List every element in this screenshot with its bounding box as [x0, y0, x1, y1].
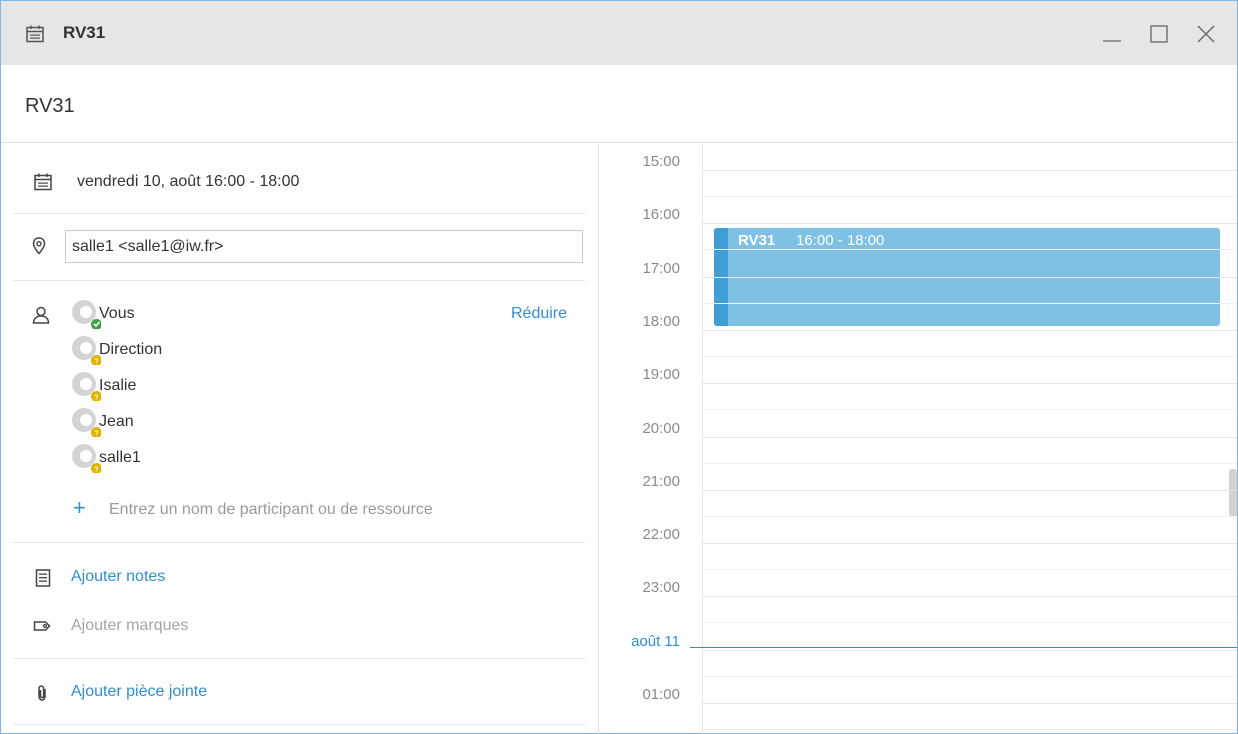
divider [13, 213, 585, 214]
half-hour-gridline [703, 302, 1237, 304]
avatar: ? [71, 443, 101, 473]
hour-label: 21:00 [642, 472, 680, 490]
user-icon [31, 305, 51, 325]
window-title: RV31 [63, 23, 106, 42]
divider [13, 280, 585, 281]
participant-item[interactable]: ? Jean [71, 407, 271, 437]
plus-icon: + [73, 495, 86, 520]
half-hour-gridline [703, 462, 1237, 464]
avatar: ? [71, 335, 101, 365]
half-hour-gridline [703, 515, 1237, 517]
minimize-button[interactable] [1099, 21, 1125, 47]
half-hour-gridline [703, 729, 1237, 730]
divider [13, 658, 585, 659]
hour-gridline [703, 436, 1237, 438]
hour-label: 20:00 [642, 419, 680, 437]
hour-label: 18:00 [642, 312, 680, 330]
hour-gridline [703, 383, 1237, 385]
hour-label: août 11 [631, 632, 680, 650]
calendar-icon [33, 172, 53, 192]
add-notes-link[interactable]: Ajouter notes [71, 568, 165, 586]
title-bar: RV31 [1, 1, 1237, 65]
calendar-gutter-line [702, 144, 703, 734]
day-calendar[interactable]: RV31 16:00 - 18:00 15:00 16:00 17:00 18:00 1… [600, 144, 1237, 734]
hour-label: 23:00 [642, 579, 680, 597]
half-hour-gridline [703, 409, 1237, 411]
svg-text:?: ? [94, 431, 98, 438]
hour-label: 19:00 [642, 366, 680, 384]
participant-name: Direction [99, 341, 163, 358]
hour-label: 22:00 [642, 526, 680, 544]
participant-name: salle1 [99, 449, 141, 466]
half-hour-gridline [703, 622, 1237, 624]
hour-gridline [703, 703, 1237, 704]
add-attachment-link[interactable]: Ajouter pièce jointe [71, 683, 207, 701]
avatar [71, 299, 101, 329]
add-participant-placeholder: Entrez un nom de participant ou de resso… [109, 501, 433, 518]
half-hour-gridline [703, 675, 1237, 677]
reduce-participants-link[interactable]: Réduire [511, 305, 567, 323]
maximize-button[interactable] [1146, 21, 1172, 47]
half-hour-gridline [703, 196, 1237, 197]
calendar-scrollbar[interactable] [1229, 469, 1237, 517]
participant-item[interactable]: ? Isalie [71, 371, 271, 401]
notes-icon [33, 568, 53, 588]
participant-item[interactable]: ? salle1 [71, 443, 271, 473]
day-boundary-line [690, 647, 1237, 648]
avatar: ? [71, 407, 101, 437]
calendar-event-title: RV31 [738, 232, 776, 249]
hour-gridline [703, 276, 1237, 278]
hour-label: 17:00 [642, 259, 680, 277]
details-panel: vendredi 10, août 16:00 - 18:00 Réduire … [1, 144, 599, 734]
svg-text:?: ? [94, 359, 98, 366]
event-title[interactable]: RV31 [25, 95, 75, 118]
half-hour-gridline [703, 249, 1237, 251]
divider [13, 542, 585, 543]
divider [13, 724, 585, 725]
participant-item[interactable]: Vous [71, 299, 271, 329]
event-window: RV31 RV31 vendredi 10, août 16:00 - 18:0… [0, 0, 1238, 734]
hour-label: 15:00 [642, 153, 680, 170]
tag-icon [32, 616, 52, 636]
half-hour-gridline [703, 355, 1237, 357]
hour-gridline [703, 170, 1237, 171]
half-hour-gridline [703, 569, 1237, 571]
calendar-icon [25, 24, 45, 44]
avatar: ? [71, 371, 101, 401]
paperclip-icon [32, 683, 52, 703]
svg-text:?: ? [94, 467, 98, 474]
svg-text:?: ? [94, 395, 98, 402]
event-date[interactable]: vendredi 10, août 16:00 - 18:00 [77, 173, 299, 191]
hour-label: 01:00 [642, 686, 680, 703]
hour-gridline [703, 223, 1237, 225]
location-input[interactable] [65, 230, 583, 263]
hour-label: 16:00 [642, 206, 680, 224]
add-tags-link[interactable]: Ajouter marques [71, 617, 188, 635]
hour-gridline [703, 596, 1237, 598]
hour-gridline [703, 543, 1237, 545]
close-button[interactable] [1193, 21, 1219, 47]
participant-name: Jean [99, 413, 134, 430]
hour-gridline [703, 649, 1237, 651]
event-header: RV31 [1, 65, 1237, 143]
map-pin-icon [29, 236, 49, 256]
calendar-event-time: 16:00 - 18:00 [796, 232, 885, 249]
add-participant-input[interactable]: + Entrez un nom de participant ou de res… [73, 495, 553, 521]
participant-name: Isalie [99, 377, 137, 394]
hour-gridline [703, 489, 1237, 491]
participant-item[interactable]: ? Direction [71, 335, 271, 365]
hour-gridline [703, 329, 1237, 331]
participant-name: Vous [99, 305, 135, 322]
